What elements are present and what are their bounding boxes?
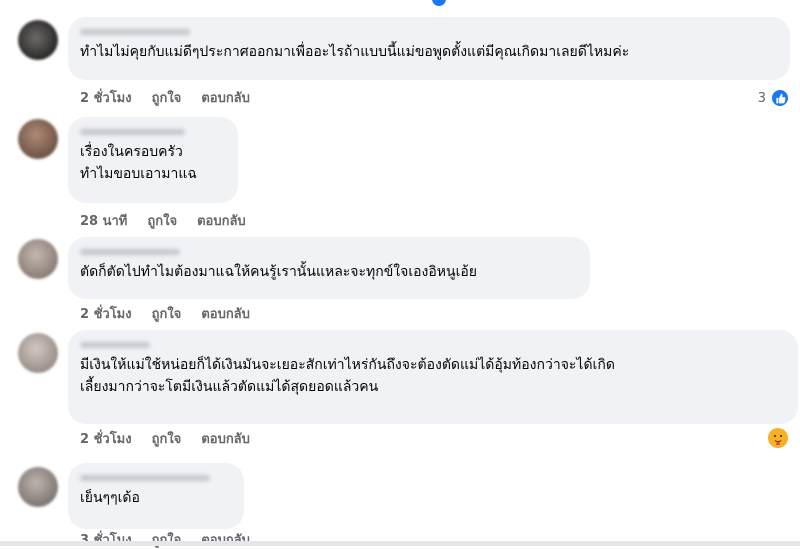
author-name-blurred[interactable] [80, 338, 786, 351]
care-emoji-icon [769, 429, 787, 447]
comment-bubble: ทำไมไม่คุยกับแม่ดีๆประกาศออกมาเพื่ออะไรถ… [68, 17, 790, 80]
comment-text: เย็นๆๆเด้อ [80, 490, 140, 506]
avatar[interactable] [18, 333, 58, 373]
comment-time[interactable]: 2 ชั่วโมง [80, 432, 132, 448]
previous-comment-fragment [0, 0, 800, 8]
reply-button[interactable]: ตอบกลับ [197, 214, 246, 230]
comment-actions: 28 นาที ถูกใจ ตอบกลับ [80, 214, 246, 230]
reaction-icon-fragment [432, 0, 446, 6]
reaction-count-number: 3 [757, 90, 766, 106]
comment-bubble: เรื่องในครอบครัว ทำไมขอบเอามาแฉ [68, 117, 238, 203]
like-button[interactable]: ถูกใจ [152, 307, 182, 323]
comment-time[interactable]: 28 นาที [80, 214, 127, 230]
comment-time[interactable]: 2 ชั่วโมง [80, 91, 132, 107]
like-button[interactable]: ถูกใจ [147, 214, 177, 230]
comment-actions: 2 ชั่วโมง ถูกใจ ตอบกลับ [80, 307, 250, 323]
comment-bubble: ตัดก็ตัดไปทำไมต้องมาแฉให้คนรู้เรานั้นแหล… [68, 237, 590, 299]
like-button[interactable]: ถูกใจ [152, 91, 182, 107]
comment-bubble: เย็นๆๆเด้อ [68, 463, 244, 529]
comment-actions: 2 ชั่วโมง ถูกใจ ตอบกลับ [80, 91, 250, 107]
avatar[interactable] [18, 119, 58, 159]
comment-time[interactable]: 2 ชั่วโมง [80, 307, 132, 323]
avatar[interactable] [18, 467, 58, 507]
comment-text: มีเงินให้แม่ใช้หน่อยก็ได้เงินมันจะเยอะสั… [80, 357, 615, 395]
author-name-blurred[interactable] [80, 245, 578, 258]
comment-text: เรื่องในครอบครัว ทำไมขอบเอามาแฉ [80, 144, 197, 182]
avatar[interactable] [18, 20, 58, 60]
avatar[interactable] [18, 239, 58, 279]
comment-text: ทำไมไม่คุยกับแม่ดีๆประกาศออกมาเพื่ออะไรถ… [80, 44, 630, 60]
comment-bubble: มีเงินให้แม่ใช้หน่อยก็ได้เงินมันจะเยอะสั… [68, 330, 798, 424]
like-button[interactable]: ถูกใจ [152, 432, 182, 448]
bottom-divider [0, 541, 800, 546]
care-reaction-icon[interactable] [768, 428, 788, 448]
author-name-blurred[interactable] [80, 25, 778, 38]
author-name-blurred[interactable] [80, 125, 226, 138]
reply-button[interactable]: ตอบกลับ [201, 432, 250, 448]
reaction-count[interactable]: 3 [758, 88, 790, 108]
like-icon [770, 88, 790, 108]
comment-actions: 2 ชั่วโมง ถูกใจ ตอบกลับ [80, 432, 250, 448]
reply-button[interactable]: ตอบกลับ [201, 307, 250, 323]
comment-text: ตัดก็ตัดไปทำไมต้องมาแฉให้คนรู้เรานั้นแหล… [80, 264, 477, 280]
author-name-blurred[interactable] [80, 471, 232, 484]
reply-button[interactable]: ตอบกลับ [201, 91, 250, 107]
